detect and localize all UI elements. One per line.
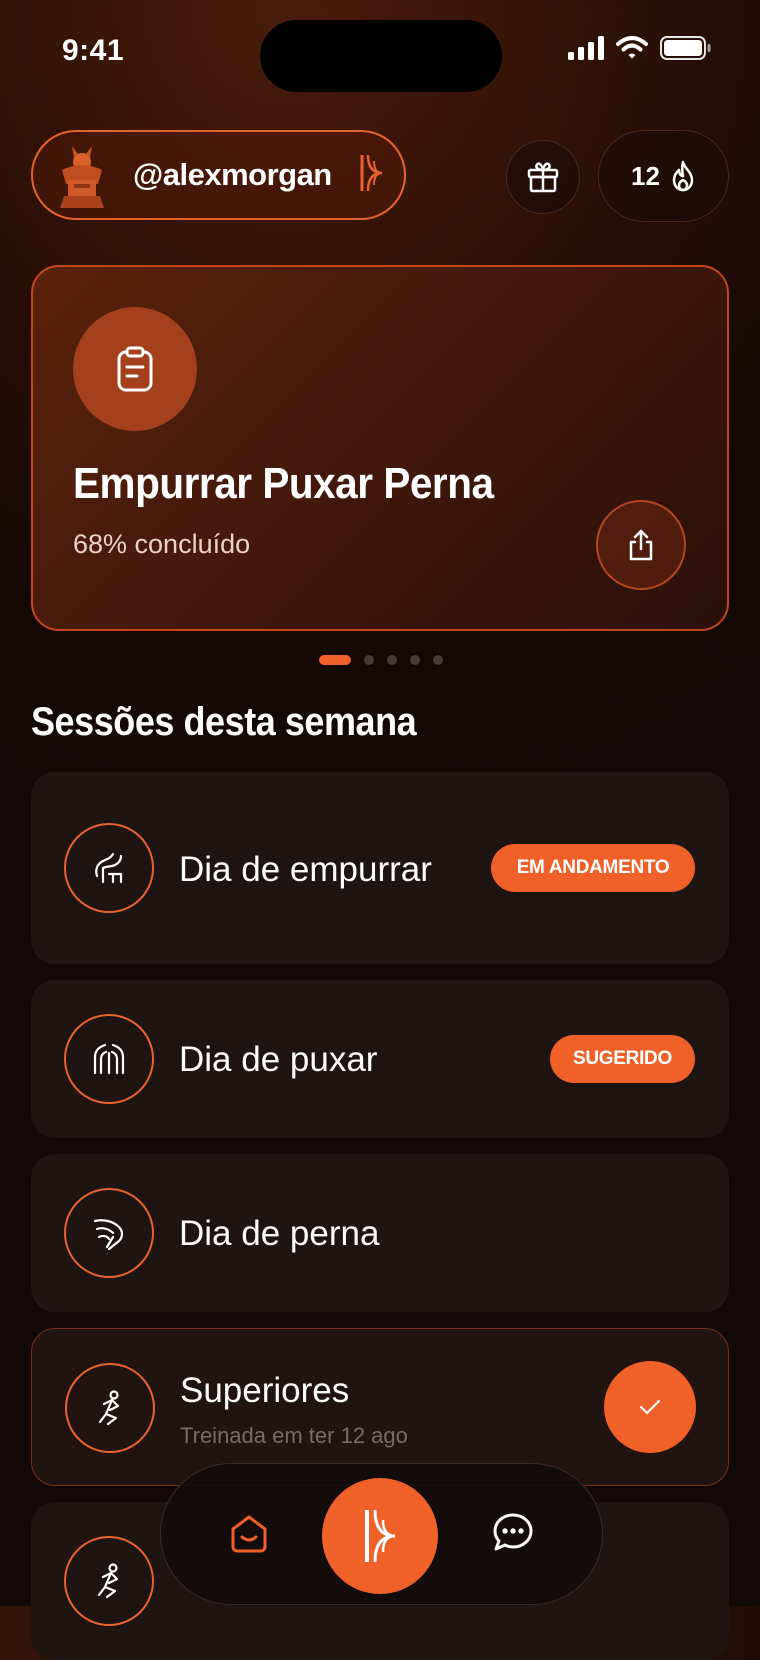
page-dot[interactable] [387,655,397,665]
profile-pill[interactable]: @alexmorgan [31,130,406,220]
check-icon [639,1399,661,1415]
chat-icon [493,1513,533,1551]
session-icon [64,1536,154,1626]
section-title: Sessões desta semana [31,700,417,744]
back-icon [93,1043,125,1075]
gift-button[interactable] [506,140,580,214]
gift-icon [527,162,559,193]
clipboard-icon [117,346,153,392]
session-icon [64,1188,154,1278]
status-badge-suggested: SUGERIDO [550,1035,695,1083]
program-icon [73,307,197,431]
page-dot[interactable] [410,655,420,665]
session-card-legs[interactable]: Dia de perna [31,1154,729,1312]
username: @alexmorgan [133,157,332,192]
completed-check-button[interactable] [604,1361,696,1453]
chest-icon [95,852,123,884]
carousel-pagination [319,655,443,665]
streak-counter[interactable]: 12 [598,130,729,222]
session-label: Dia de puxar [179,1040,378,1079]
program-card[interactable]: Empurrar Puxar Perna 68% concluído [31,265,729,631]
session-icon [64,1014,154,1104]
home-icon [231,1515,267,1553]
streak-count: 12 [631,160,660,191]
upper-body-icon [98,1390,120,1426]
status-badge-in-progress: EM ANDAMENTO [491,844,695,892]
flame-icon [672,160,694,192]
samurai-avatar-icon [60,146,104,208]
share-button[interactable] [596,500,686,590]
status-time: 9:41 [62,34,125,67]
session-label: Dia de perna [179,1214,380,1253]
bottom-nav [160,1463,603,1605]
session-card-push[interactable]: Dia de empurrar EM ANDAMENTO [31,772,729,964]
dynamic-island [260,20,502,92]
nav-brand-button[interactable] [322,1478,438,1594]
page-dot[interactable] [364,655,374,665]
wifi-icon [616,36,648,59]
program-progress: 68% concluído [73,529,251,559]
nav-home[interactable] [223,1507,275,1559]
program-title: Empurrar Puxar Perna [73,459,494,508]
session-label: Superiores [180,1371,350,1410]
session-last-trained: Treinada em ter 12 ago [180,1423,408,1448]
brand-k-icon [365,1509,396,1563]
page-dot-active[interactable] [319,655,351,665]
share-icon [629,529,653,561]
session-card-pull[interactable]: Dia de puxar SUGERIDO [31,980,729,1138]
status-icons [568,36,712,60]
page-dot[interactable] [433,655,443,665]
avatar [47,140,117,210]
signal-icon [568,36,604,60]
nav-chat[interactable] [487,1507,539,1559]
upper-body-icon [97,1563,119,1599]
leg-icon [93,1219,124,1251]
session-label: Dia de empurrar [179,850,432,889]
session-icon [64,823,154,913]
session-icon [65,1363,155,1453]
battery-icon [660,36,711,60]
brand-k-icon [358,153,386,198]
